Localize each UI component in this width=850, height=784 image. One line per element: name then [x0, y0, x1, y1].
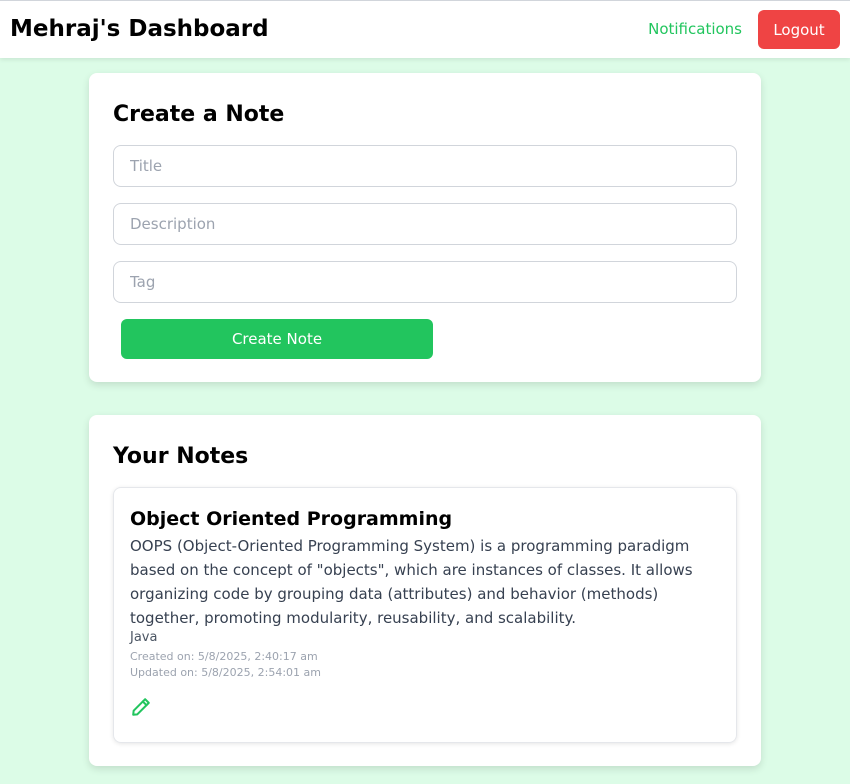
- your-notes-heading: Your Notes: [113, 444, 249, 469]
- logout-button[interactable]: Logout: [758, 10, 840, 49]
- notifications-link[interactable]: Notifications: [648, 20, 742, 38]
- note-created-date: Created on: 5/8/2025, 2:40:17 am: [130, 650, 318, 663]
- your-notes-card: Your Notes Object Oriented Programming O…: [89, 415, 761, 766]
- note-updated-date: Updated on: 5/8/2025, 2:54:01 am: [130, 666, 321, 679]
- tag-input[interactable]: [113, 261, 737, 303]
- pencil-icon[interactable]: [130, 696, 152, 718]
- title-input[interactable]: [113, 145, 737, 187]
- note-title: Object Oriented Programming: [130, 508, 453, 530]
- note-card: Object Oriented Programming OOPS (Object…: [113, 487, 737, 743]
- dashboard-title: Mehraj's Dashboard: [10, 16, 269, 42]
- create-note-heading: Create a Note: [113, 102, 285, 127]
- top-navbar: Mehraj's Dashboard Notifications Logout: [0, 0, 850, 58]
- create-note-card: Create a Note Create Note: [89, 73, 761, 382]
- create-note-button[interactable]: Create Note: [121, 319, 433, 359]
- note-tag: Java: [130, 630, 158, 645]
- note-description: OOPS (Object-Oriented Programming System…: [130, 537, 693, 627]
- description-input[interactable]: [113, 203, 737, 245]
